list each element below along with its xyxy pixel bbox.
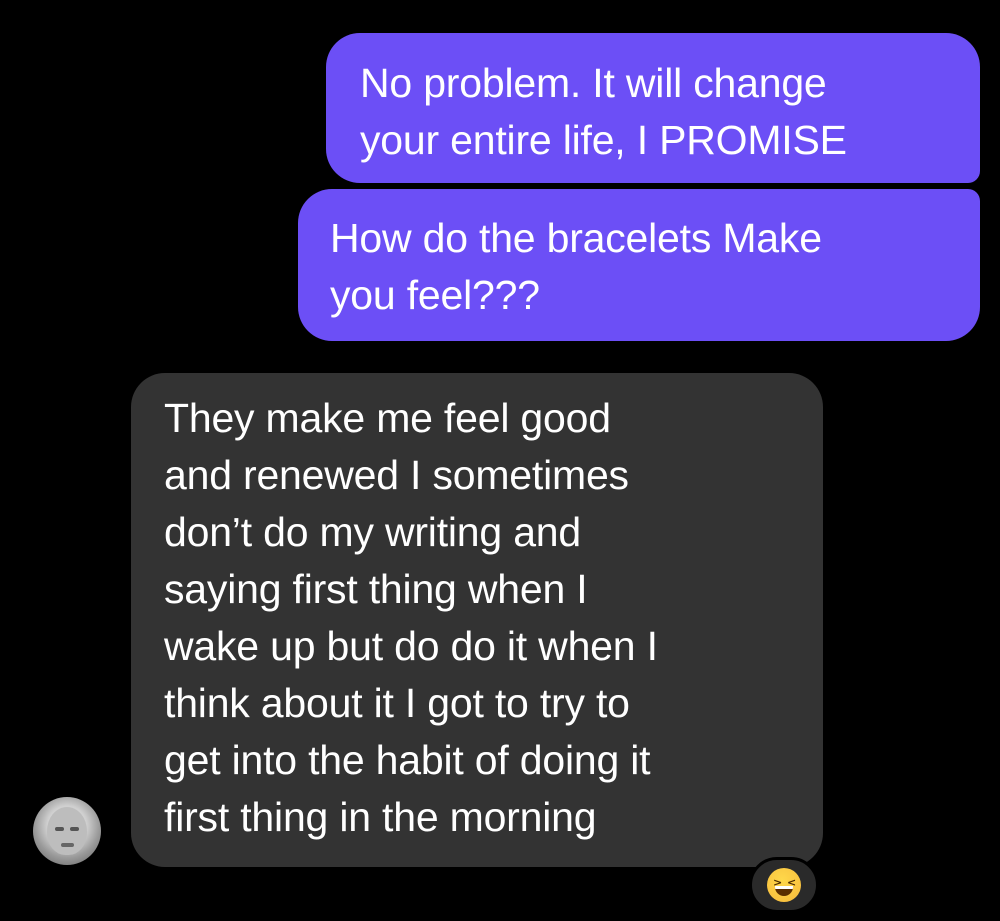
- contact-avatar[interactable]: [33, 797, 101, 865]
- message-reaction[interactable]: > <: [749, 857, 819, 913]
- avatar-eye-icon: [55, 827, 64, 831]
- received-message-bubble[interactable]: They make me feel good and renewed I som…: [131, 373, 823, 867]
- sent-message-bubble[interactable]: How do the bracelets Make you feel???: [298, 189, 980, 341]
- avatar-mouth-icon: [61, 843, 74, 847]
- avatar-face-icon: [47, 807, 87, 855]
- avatar-eye-icon: [70, 827, 79, 831]
- grinning-squinting-face-icon: > <: [767, 868, 801, 902]
- sent-message-bubble[interactable]: No problem. It will change your entire l…: [326, 33, 980, 183]
